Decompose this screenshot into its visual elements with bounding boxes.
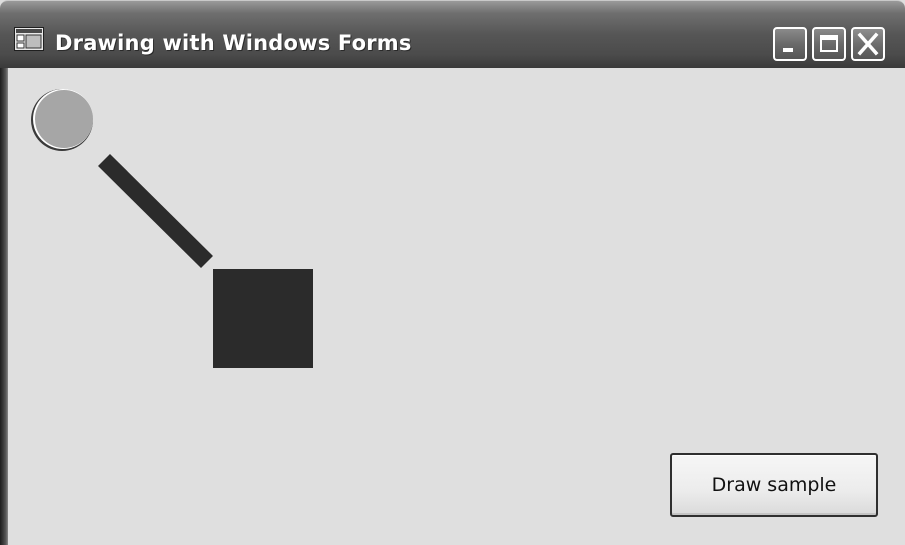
draw-sample-button[interactable]: Draw sample	[670, 453, 878, 517]
close-button[interactable]	[851, 27, 885, 61]
drawn-square	[213, 269, 313, 368]
drawn-circle	[31, 89, 93, 151]
minimize-button[interactable]	[773, 27, 807, 61]
window-left-border	[0, 68, 8, 545]
app-window: Drawing with Windows Forms Draw sample	[0, 0, 905, 545]
drawn-line	[98, 153, 213, 269]
close-icon	[857, 32, 879, 56]
form-client-area: Draw sample	[8, 68, 905, 545]
form-icon	[14, 27, 44, 51]
title-bar[interactable]: Drawing with Windows Forms	[0, 0, 905, 68]
window-title: Drawing with Windows Forms	[55, 31, 412, 55]
minimize-icon	[783, 48, 793, 52]
maximize-button[interactable]	[812, 27, 846, 61]
maximize-icon	[820, 35, 838, 52]
